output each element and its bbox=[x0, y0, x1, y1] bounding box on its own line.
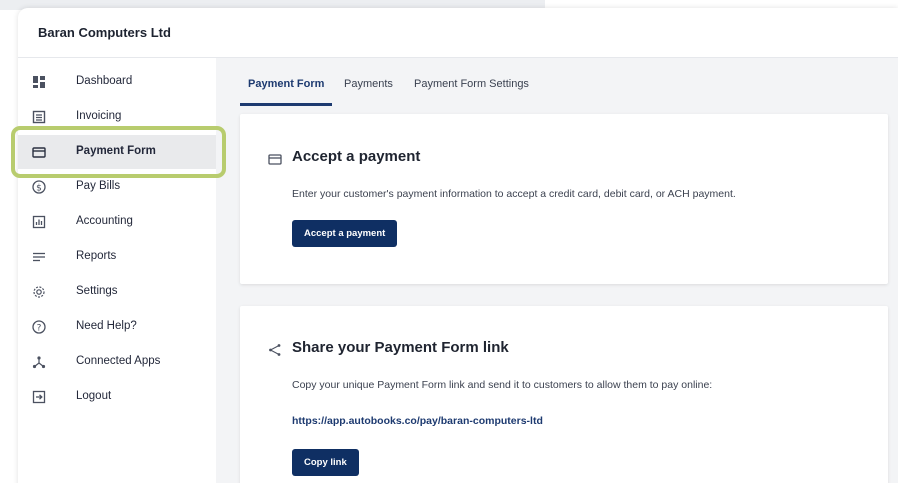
sidebar-item-reports[interactable]: Reports bbox=[18, 240, 216, 274]
app-window: Baran Computers Ltd Dashboard Invoicing … bbox=[18, 8, 898, 483]
company-name: Baran Computers Ltd bbox=[38, 25, 171, 40]
accept-payment-description: Enter your customer's payment informatio… bbox=[292, 188, 736, 200]
chart-icon bbox=[32, 215, 46, 229]
accept-payment-card: Accept a payment Enter your customer's p… bbox=[240, 114, 888, 284]
sidebar-item-need-help[interactable]: ? Need Help? bbox=[18, 310, 216, 344]
sidebar-item-label: Need Help? bbox=[76, 320, 137, 332]
sidebar: Dashboard Invoicing Payment Form $ Pay B… bbox=[18, 58, 216, 483]
dashboard-icon bbox=[32, 75, 46, 89]
sidebar-item-connected-apps[interactable]: Connected Apps bbox=[18, 345, 216, 379]
share-link-description: Copy your unique Payment Form link and s… bbox=[292, 379, 713, 391]
share-link-card: Share your Payment Form link Copy your u… bbox=[240, 306, 888, 483]
payment-form-link[interactable]: https://app.autobooks.co/pay/baran-compu… bbox=[292, 415, 543, 427]
sidebar-item-settings[interactable]: Settings bbox=[18, 275, 216, 309]
sidebar-item-accounting[interactable]: Accounting bbox=[18, 205, 216, 239]
invoice-icon bbox=[32, 110, 46, 124]
logout-icon bbox=[32, 390, 46, 404]
top-bar: Baran Computers Ltd bbox=[18, 8, 898, 58]
sidebar-item-label: Invoicing bbox=[76, 110, 122, 122]
share-icon bbox=[268, 343, 282, 357]
sidebar-item-label: Pay Bills bbox=[76, 180, 121, 192]
main-content: Payment Form Payments Payment Form Setti… bbox=[216, 58, 898, 483]
tab-payment-form[interactable]: Payment Form bbox=[240, 76, 333, 106]
share-link-title: Share your Payment Form link bbox=[292, 339, 509, 356]
gear-icon bbox=[32, 285, 46, 299]
svg-text:?: ? bbox=[37, 324, 42, 334]
credit-card-icon bbox=[268, 152, 282, 166]
tab-payment-form-settings[interactable]: Payment Form Settings bbox=[414, 76, 529, 106]
question-icon: ? bbox=[32, 320, 46, 334]
sidebar-item-logout[interactable]: Logout bbox=[18, 380, 216, 414]
sidebar-item-label: Reports bbox=[76, 250, 117, 262]
accept-payment-button[interactable]: Accept a payment bbox=[292, 220, 398, 247]
sidebar-item-label: Connected Apps bbox=[76, 355, 161, 367]
dollar-circle-icon: $ bbox=[32, 180, 46, 194]
sidebar-item-label: Logout bbox=[76, 390, 112, 402]
sidebar-item-label: Dashboard bbox=[76, 75, 133, 87]
tab-bar: Payment Form Payments Payment Form Setti… bbox=[240, 76, 898, 106]
sidebar-item-dashboard[interactable]: Dashboard bbox=[18, 65, 216, 99]
accept-payment-title: Accept a payment bbox=[292, 148, 421, 165]
svg-text:$: $ bbox=[36, 184, 42, 194]
sidebar-item-label: Settings bbox=[76, 285, 118, 297]
copy-link-button[interactable]: Copy link bbox=[292, 449, 359, 476]
lines-icon bbox=[32, 250, 46, 264]
highlight-outline bbox=[11, 126, 226, 178]
sidebar-item-label: Accounting bbox=[76, 215, 133, 227]
tab-payments[interactable]: Payments bbox=[344, 76, 393, 106]
network-icon bbox=[32, 355, 46, 369]
